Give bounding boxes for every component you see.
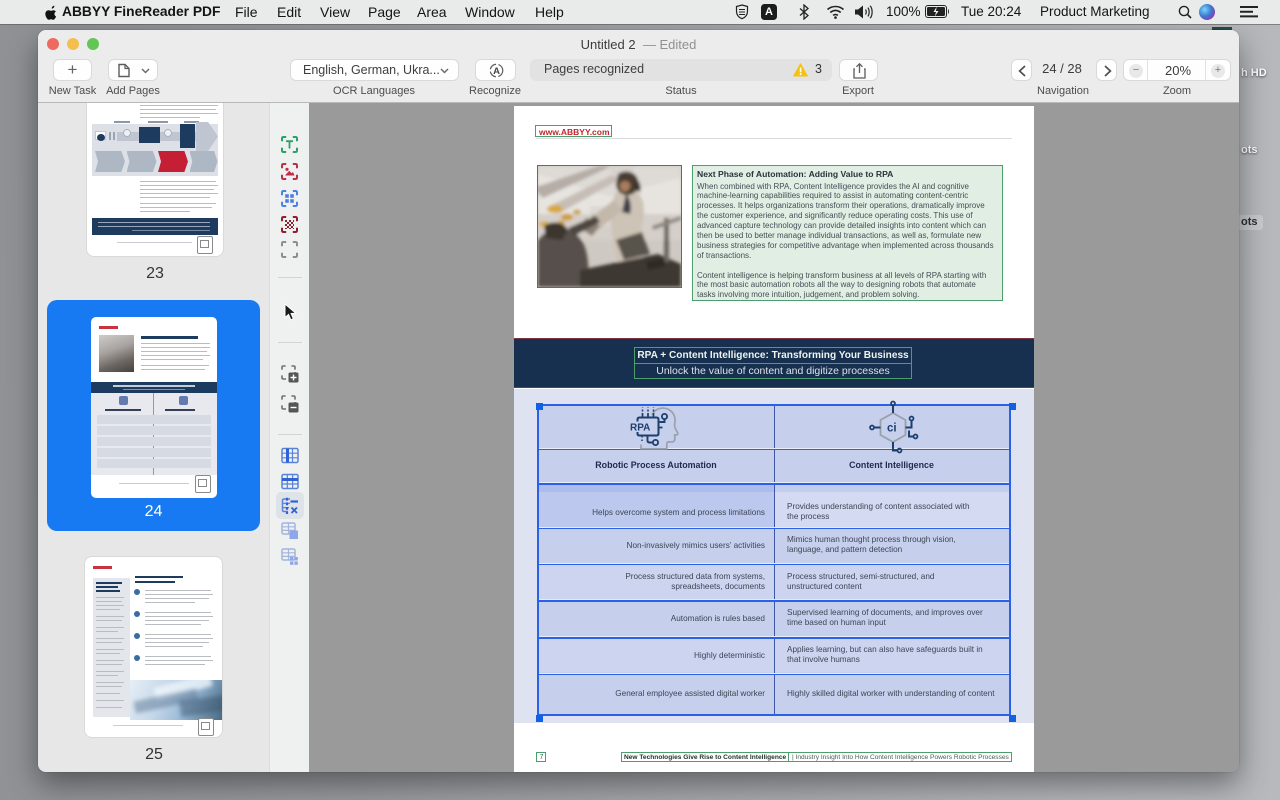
svg-text:ci: ci: [887, 423, 897, 435]
svg-text:A: A: [493, 66, 500, 77]
svg-text:RPA: RPA: [630, 423, 650, 434]
